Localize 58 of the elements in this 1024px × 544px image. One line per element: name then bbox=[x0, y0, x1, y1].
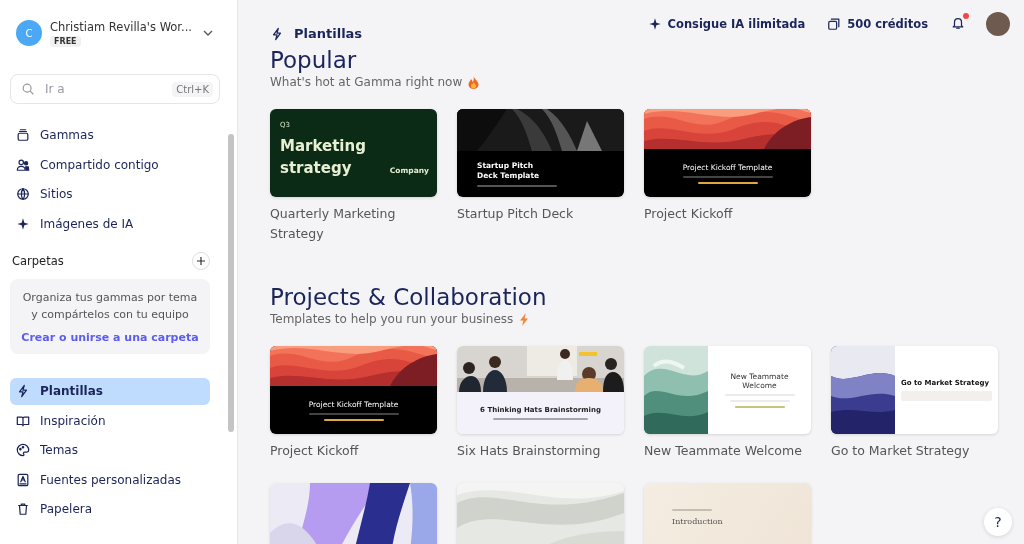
text-line bbox=[672, 509, 712, 511]
section-title: Projects & Collaboration bbox=[270, 284, 548, 310]
book-icon bbox=[16, 413, 30, 428]
search-icon bbox=[21, 82, 35, 96]
template-title[interactable]: Go to Market Strategy bbox=[831, 441, 998, 461]
flame-icon bbox=[468, 75, 480, 89]
template-title[interactable]: Startup Pitch Deck bbox=[457, 204, 624, 224]
slide-title: Marketing strategy bbox=[280, 136, 367, 179]
font-book-icon bbox=[16, 472, 30, 487]
help-button[interactable]: ? bbox=[984, 508, 1012, 536]
credits-button[interactable]: 500 créditos bbox=[827, 17, 928, 31]
slide-title: Introduction bbox=[672, 517, 724, 526]
plus-icon bbox=[197, 257, 205, 265]
nav-item[interactable]: Imágenes de IA bbox=[10, 210, 210, 237]
section-title: Popular bbox=[270, 47, 358, 73]
user-avatar[interactable] bbox=[986, 12, 1010, 36]
template-title[interactable]: New Teammate Welcome bbox=[644, 441, 811, 461]
search-field[interactable]: Ir a Ctrl+K bbox=[10, 74, 220, 104]
page-title: Plantillas bbox=[294, 26, 363, 41]
people-icon bbox=[16, 157, 30, 172]
nav-item[interactable]: Temas bbox=[10, 437, 210, 464]
create-folder-link[interactable]: Crear o unirse a una carpeta bbox=[21, 331, 199, 344]
template-title[interactable]: Quarterly Marketing Strategy bbox=[270, 204, 437, 244]
search-input[interactable]: Ir a bbox=[43, 81, 165, 97]
add-button[interactable] bbox=[192, 252, 210, 270]
plan-badge: FREE bbox=[50, 35, 81, 47]
template-title[interactable]: Six Hats Brainstorming bbox=[457, 441, 624, 461]
palette-icon bbox=[16, 443, 30, 458]
nav-item[interactable]: Fuentes personalizadas bbox=[10, 466, 210, 493]
lightning-icon bbox=[16, 384, 30, 399]
workspace-avatar: C bbox=[16, 20, 42, 46]
text-line bbox=[697, 181, 758, 184]
nav-item[interactable]: Papelera bbox=[10, 496, 210, 523]
nav-item[interactable]: Inspiración bbox=[10, 407, 210, 434]
nav-item[interactable]: Plantillas bbox=[10, 378, 210, 405]
nav-item[interactable]: Compartido contigo bbox=[10, 151, 210, 178]
notifications-button[interactable] bbox=[950, 16, 966, 32]
trash-icon bbox=[16, 502, 30, 517]
text-line bbox=[323, 418, 384, 421]
upgrade-button[interactable]: Consigue IA ilimitada bbox=[647, 17, 806, 31]
template-title[interactable]: Project Kickoff bbox=[644, 204, 811, 224]
template-title[interactable]: Project Kickoff bbox=[270, 441, 437, 461]
shortcut-hint: Ctrl+K bbox=[172, 81, 213, 97]
stack-icon bbox=[16, 128, 30, 143]
globe-icon bbox=[16, 187, 30, 202]
bell-icon bbox=[951, 16, 965, 30]
slide-thumbnail[interactable]: Introduction bbox=[644, 483, 811, 544]
lightning-icon bbox=[519, 312, 530, 326]
section-label: Carpetas bbox=[12, 254, 64, 268]
lightning-icon bbox=[270, 26, 284, 41]
copy-icon bbox=[827, 17, 842, 31]
workspace-name: Christiam Revilla's Wor... bbox=[50, 19, 193, 34]
section-subtitle: Templates to help you run your business bbox=[270, 312, 514, 326]
nav-item[interactable]: Sitios bbox=[10, 181, 210, 208]
section-subtitle: What's hot at Gamma right now bbox=[270, 75, 463, 89]
folders-hint: Organiza tus gammas por tema y compártelos con tu equipo bbox=[21, 290, 199, 323]
nav-item[interactable]: Gammas bbox=[10, 122, 210, 149]
text-line bbox=[734, 406, 785, 408]
